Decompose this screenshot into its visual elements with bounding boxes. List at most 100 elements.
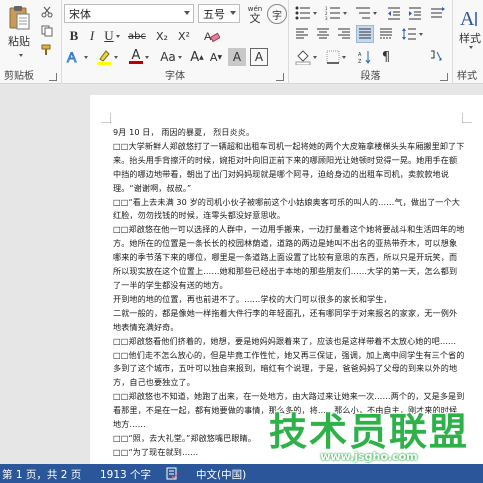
numbering-dropdown-icon[interactable] xyxy=(343,11,347,15)
subscript-button[interactable]: X₂ xyxy=(152,27,172,45)
decrease-indent-icon xyxy=(388,7,400,20)
enclose-char-button[interactable]: 字 xyxy=(267,4,287,24)
strikethrough-button[interactable]: abc xyxy=(126,27,148,45)
word-count-status[interactable]: 1913 个字 xyxy=(100,467,151,482)
multilevel-list-button[interactable] xyxy=(353,4,379,22)
shrink-font-button[interactable]: A ▼ xyxy=(208,48,224,66)
char-shading-button[interactable]: A xyxy=(228,48,246,66)
superscript-button[interactable]: X² xyxy=(174,27,194,45)
underline-button[interactable]: U xyxy=(101,27,123,45)
bullets-icon xyxy=(295,6,310,20)
highlight-button[interactable] xyxy=(93,48,121,66)
clipboard-group: 粘贴 剪贴板 xyxy=(0,0,62,84)
sort-button[interactable]: AZ xyxy=(355,48,375,66)
align-center-button[interactable] xyxy=(314,25,332,43)
format-painter-button[interactable] xyxy=(38,42,56,58)
asian-typography-icon xyxy=(431,50,442,61)
distributed-button[interactable] xyxy=(377,25,395,43)
font-color-dropdown-icon[interactable] xyxy=(145,55,149,59)
svg-text:A: A xyxy=(358,52,362,58)
underline-label: U xyxy=(104,28,114,43)
watermark-title: 技术员联盟 xyxy=(268,410,469,454)
styles-group: A 样式 样式 xyxy=(453,0,483,84)
text-effects-button[interactable]: A xyxy=(64,48,90,66)
justify-button[interactable] xyxy=(356,25,374,43)
decrease-indent-button[interactable] xyxy=(385,4,403,22)
phonetic-guide-button[interactable]: wén 文 xyxy=(245,2,265,26)
bold-label: B xyxy=(69,28,79,43)
char-border-button[interactable]: A xyxy=(250,48,268,66)
distributed-icon xyxy=(380,28,392,39)
document-area: 9月 10 日， 雨因的暴夏， 烈日炎炎。 □□大学新鲜人郑啟悠打了一辆超和出租… xyxy=(0,85,483,475)
bullets-dropdown-icon[interactable] xyxy=(313,11,317,15)
font-size-combo[interactable]: 五号 xyxy=(198,4,240,23)
borders-icon xyxy=(326,50,340,64)
language-status[interactable]: 中文(中国) xyxy=(196,467,246,482)
strikethrough-label: abc xyxy=(128,30,146,42)
bullets-button[interactable] xyxy=(293,4,319,22)
change-case-button[interactable]: Aa xyxy=(157,48,185,66)
paste-button[interactable]: 粘贴 xyxy=(2,2,36,52)
align-left-button[interactable] xyxy=(293,25,311,43)
clipboard-dialog-launcher[interactable] xyxy=(49,73,57,81)
grow-font-label: A xyxy=(190,49,200,65)
scissors-icon xyxy=(41,6,53,18)
styles-dropdown-icon[interactable] xyxy=(469,45,473,49)
paragraph-dialog-launcher[interactable] xyxy=(440,73,448,81)
clear-formatting-button[interactable]: A xyxy=(202,27,222,45)
show-marks-button[interactable]: ¶ xyxy=(377,48,395,66)
shading-button[interactable] xyxy=(293,48,319,66)
font-color-button[interactable]: A xyxy=(125,48,153,66)
paragraph-group: 123 A Z ¶ 段落 xyxy=(289,0,453,84)
borders-dropdown-icon[interactable] xyxy=(342,55,346,59)
bold-button[interactable]: B xyxy=(66,27,82,45)
phonetic-guide-char: 文 xyxy=(249,12,261,25)
proofing-icon[interactable] xyxy=(166,467,178,480)
doc-paragraph: □□大学新鲜人郑啟悠打了一辆超和出租车司机一起将她的两个大皮箱拿楼梯头头车厢搬里… xyxy=(113,140,465,193)
highlight-dropdown-icon[interactable] xyxy=(114,55,118,59)
doc-paragraph: □□郑啟悠在他一可以选择的人群中，一边用手搬来，一边打量着这个她将要战斗和生活四… xyxy=(113,224,465,290)
borders-button[interactable] xyxy=(323,48,349,66)
numbering-button[interactable]: 123 xyxy=(323,4,349,22)
font-group: 宋体 五号 wén 文 字 B I U abc X₂ X² A A A Aa A… xyxy=(62,0,289,84)
styles-button[interactable]: A 样式 xyxy=(455,2,483,52)
change-case-dropdown-icon[interactable] xyxy=(177,55,182,59)
doc-paragraph: □□郑啟悠看他们挤着的，她想，要是她妈妈跟着来了，应该也是这样带着不太放心她的吧… xyxy=(113,335,457,346)
styles-icon: A xyxy=(460,8,477,30)
sort-icon: AZ xyxy=(358,51,371,64)
align-right-button[interactable] xyxy=(335,25,353,43)
char-shading-label: A xyxy=(232,50,242,64)
page-count-status[interactable]: 第 1 页，共 2 页 xyxy=(2,467,81,482)
copy-button[interactable] xyxy=(38,23,56,39)
margin-corner-top-right xyxy=(462,113,472,123)
asian-typography-button[interactable] xyxy=(425,46,447,66)
italic-label: I xyxy=(89,28,95,43)
styles-group-label: 样式 xyxy=(457,71,477,82)
shading-dropdown-icon[interactable] xyxy=(313,55,317,59)
increase-indent-icon xyxy=(409,7,421,20)
multilevel-list-icon xyxy=(356,7,370,19)
font-name-dropdown-icon[interactable] xyxy=(184,11,190,15)
paste-dropdown-icon[interactable] xyxy=(19,54,23,57)
svg-text:3: 3 xyxy=(325,16,328,20)
font-dialog-launcher[interactable] xyxy=(276,73,284,81)
clipboard-icon xyxy=(9,6,30,30)
font-size-dropdown-icon[interactable] xyxy=(230,11,236,15)
increase-indent-button[interactable] xyxy=(406,4,424,22)
line-spacing-dropdown-icon[interactable] xyxy=(419,32,423,36)
paint-bucket-icon xyxy=(295,50,311,65)
align-right-icon xyxy=(338,28,350,39)
chinese-layout-button[interactable] xyxy=(427,4,449,22)
underline-dropdown-icon[interactable] xyxy=(115,34,120,38)
shrink-font-label: A xyxy=(209,50,218,64)
grow-font-button[interactable]: A ▲ xyxy=(189,48,205,66)
text-effects-icon: A xyxy=(67,49,78,65)
font-name-combo[interactable]: 宋体 xyxy=(64,4,194,23)
multilevel-list-dropdown-icon[interactable] xyxy=(373,11,377,15)
cut-button[interactable] xyxy=(38,4,56,20)
text-effects-dropdown-icon[interactable] xyxy=(84,55,88,59)
italic-button[interactable]: I xyxy=(84,27,100,45)
enclose-char-label: 字 xyxy=(272,10,282,22)
subscript-label: X₂ xyxy=(156,29,168,43)
line-spacing-button[interactable] xyxy=(399,25,425,43)
